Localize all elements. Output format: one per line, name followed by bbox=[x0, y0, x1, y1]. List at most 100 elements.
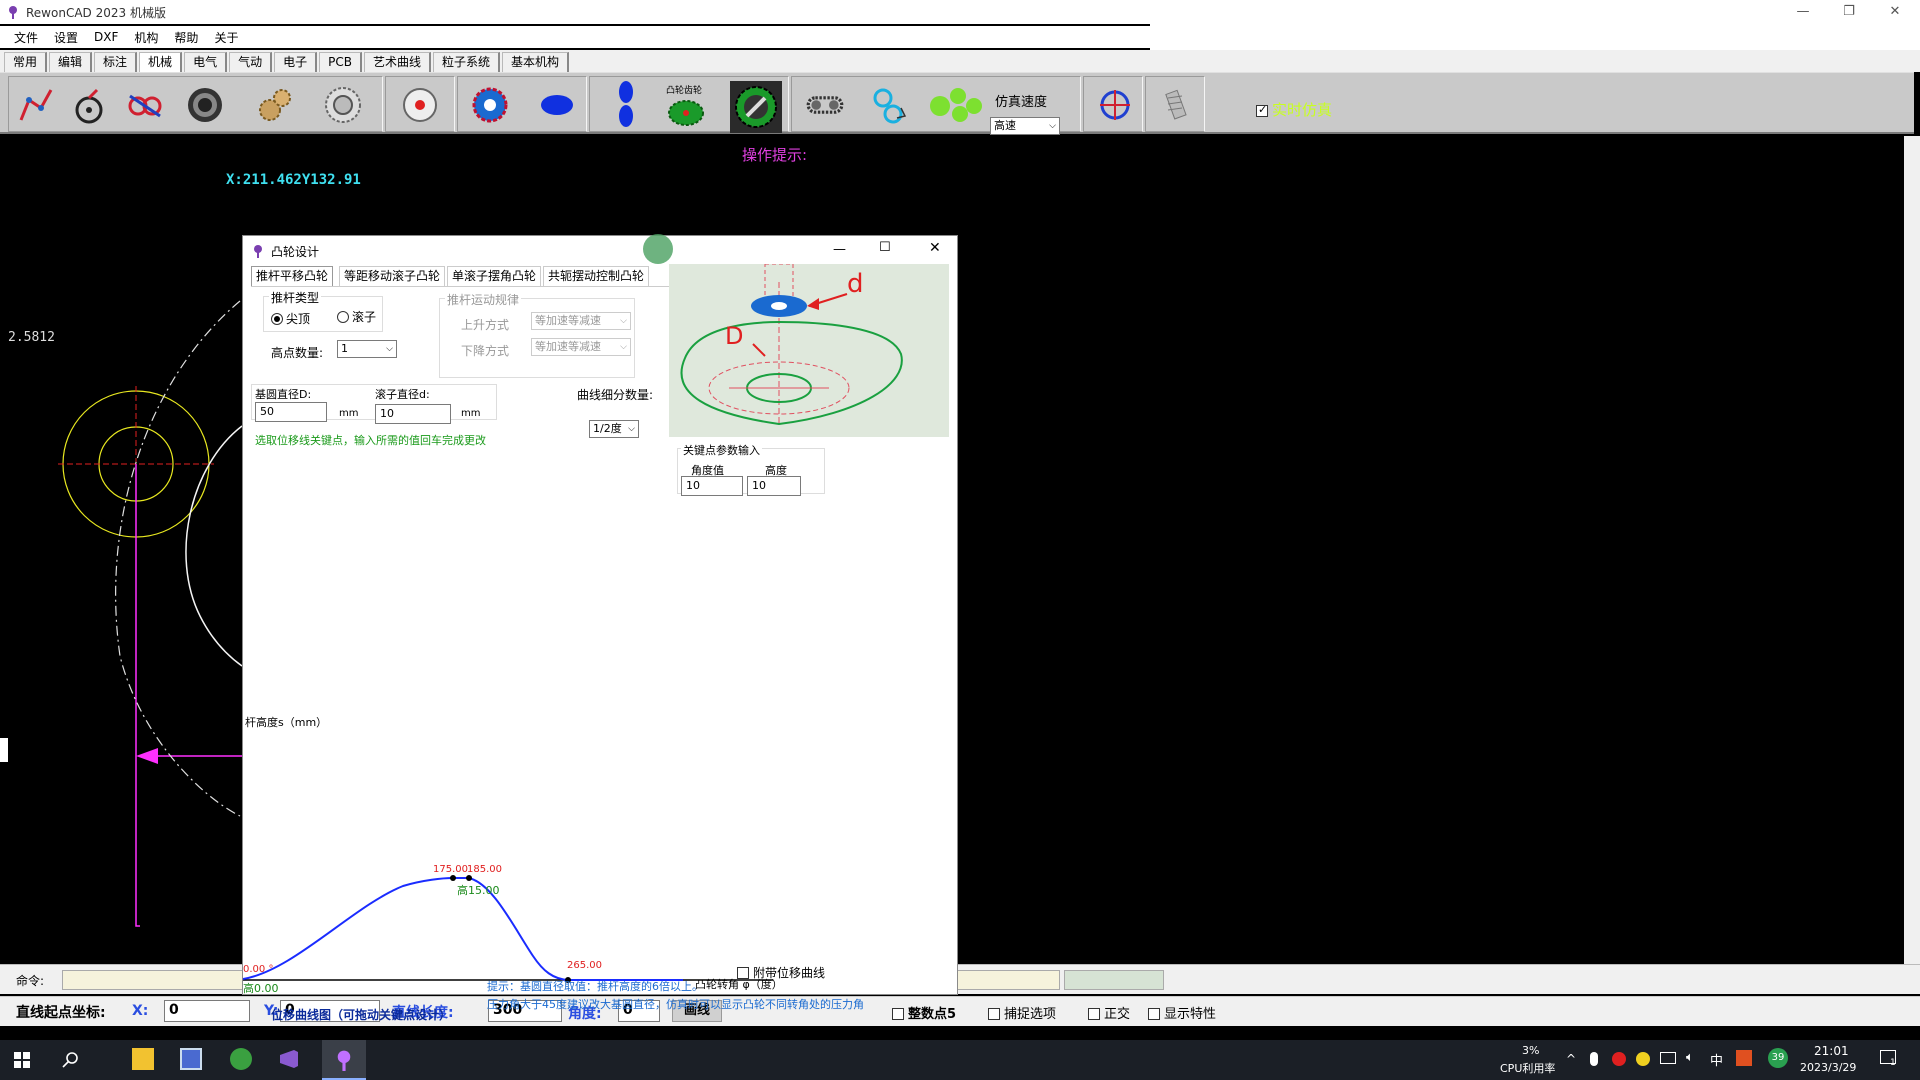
tab-swing-cam[interactable]: 单滚子摆角凸轮 bbox=[447, 266, 542, 286]
radio-tip[interactable] bbox=[271, 313, 283, 325]
gear-pair-icon[interactable] bbox=[255, 85, 295, 125]
vertical-scrollbar[interactable] bbox=[1904, 136, 1920, 964]
key-point-a[interactable] bbox=[450, 875, 456, 881]
dialog-app-icon bbox=[254, 245, 262, 258]
internal-gear-icon[interactable] bbox=[323, 85, 363, 125]
rise-value: 等加速等减速 bbox=[535, 314, 601, 327]
realtime-sim-toggle[interactable]: ✓ 实时仿真 bbox=[1256, 99, 1332, 120]
ortho-option[interactable]: 正交 bbox=[1088, 1003, 1130, 1022]
cam-design-icon[interactable] bbox=[730, 81, 782, 133]
snap5-checkbox[interactable] bbox=[892, 1008, 904, 1020]
ime-indicator[interactable]: 中 bbox=[1710, 1050, 1723, 1069]
dialog-maximize-button[interactable]: ☐ bbox=[879, 240, 891, 255]
radio-tip-option[interactable]: 尖顶 bbox=[271, 310, 310, 327]
capture-checkbox[interactable] bbox=[988, 1008, 1000, 1020]
command-extra bbox=[1064, 970, 1164, 990]
planetary-gear-icon[interactable] bbox=[400, 85, 440, 125]
base-dia-input[interactable]: 50 bbox=[255, 402, 327, 422]
menu-settings[interactable]: 设置 bbox=[54, 29, 78, 46]
realtime-checkbox[interactable]: ✓ bbox=[1256, 103, 1268, 117]
attach-curve-checkbox[interactable] bbox=[737, 967, 749, 979]
microphone-icon[interactable] bbox=[1590, 1052, 1598, 1066]
crank-slider-icon[interactable] bbox=[70, 85, 110, 125]
dialog-title: 凸轮设计 bbox=[271, 244, 320, 259]
pulley-set-icon[interactable] bbox=[928, 85, 984, 125]
x-input[interactable]: 0 bbox=[164, 1000, 250, 1022]
operation-hint: 操作提示: bbox=[742, 146, 808, 164]
linkage-icon[interactable] bbox=[16, 85, 56, 125]
tab-conjugate-cam[interactable]: 共轭摆动控制凸轮 bbox=[543, 266, 650, 286]
peak-count-select[interactable]: 1 ⌵ bbox=[337, 340, 397, 358]
snap5-label: 整数点5 bbox=[908, 1007, 957, 1022]
cam-gear-icon[interactable] bbox=[470, 85, 510, 125]
props-option[interactable]: 显示特性 bbox=[1148, 1003, 1216, 1022]
qq-icon[interactable] bbox=[1612, 1052, 1626, 1066]
tab-mechanical[interactable]: 机械 bbox=[139, 52, 183, 72]
menu-help[interactable]: 帮助 bbox=[174, 29, 198, 46]
app-logo-icon bbox=[9, 6, 17, 19]
restore-button[interactable]: ❐ bbox=[1826, 0, 1872, 24]
menu-mechanism[interactable]: 机构 bbox=[134, 29, 158, 46]
volume-icon[interactable]: 🔈︎ bbox=[1686, 1050, 1694, 1065]
clock-date[interactable]: 2023/3/29 bbox=[1800, 1061, 1856, 1074]
windows-start-icon[interactable] bbox=[14, 1052, 30, 1071]
file-explorer-icon[interactable] bbox=[132, 1048, 154, 1070]
tab-edit[interactable]: 编辑 bbox=[49, 52, 93, 72]
noncircular-gear-icon[interactable] bbox=[606, 81, 646, 127]
menu-file[interactable]: 文件 bbox=[14, 29, 38, 46]
tray-badge[interactable]: 39 bbox=[1768, 1048, 1788, 1068]
capture-option[interactable]: 捕捉选项 bbox=[988, 1003, 1056, 1022]
close-button[interactable]: ✕ bbox=[1872, 0, 1918, 24]
multi-bar-icon[interactable] bbox=[125, 85, 165, 125]
base-dia-label: 基圆直径D: bbox=[255, 388, 312, 401]
tab-pcb[interactable]: PCB bbox=[319, 52, 362, 72]
search-icon[interactable] bbox=[62, 1051, 80, 1072]
radio-roller-option[interactable]: 滚子 bbox=[337, 308, 376, 325]
menu-about[interactable]: 关于 bbox=[214, 29, 238, 46]
chevron-down-icon: ⌵ bbox=[620, 342, 627, 352]
clock-time[interactable]: 21:01 bbox=[1814, 1044, 1849, 1058]
subdiv-select[interactable]: 1/2度 ⌵ bbox=[589, 420, 639, 438]
sim-speed-select[interactable]: 高速 ⌵ bbox=[990, 117, 1060, 135]
radio-roller[interactable] bbox=[337, 311, 349, 323]
tab-basic-mechanism[interactable]: 基本机构 bbox=[502, 52, 570, 72]
tab-dimension[interactable]: 标注 bbox=[94, 52, 138, 72]
browser-icon[interactable] bbox=[230, 1048, 252, 1070]
tray-app-icon[interactable] bbox=[1636, 1052, 1650, 1066]
rewoncad-taskbar-item[interactable] bbox=[322, 1040, 366, 1080]
ortho-checkbox[interactable] bbox=[1088, 1008, 1100, 1020]
tray-chevron-icon[interactable]: ^ bbox=[1566, 1052, 1576, 1066]
visio-icon[interactable] bbox=[180, 1048, 202, 1070]
dialog-minimize-button[interactable]: — bbox=[833, 242, 846, 257]
chain-drive-icon[interactable] bbox=[805, 85, 845, 125]
roller-dia-input[interactable]: 10 bbox=[375, 404, 451, 424]
tab-common[interactable]: 常用 bbox=[4, 52, 48, 72]
attach-curve-option[interactable]: 附带位移曲线 bbox=[737, 964, 825, 981]
tab-translating-cam[interactable]: 推杆平移凸轮 bbox=[251, 266, 334, 286]
minimize-button[interactable]: — bbox=[1780, 0, 1826, 24]
key-point-b[interactable] bbox=[466, 875, 472, 881]
canvas-left-handle[interactable] bbox=[0, 738, 8, 762]
cam-profile bbox=[185, 425, 243, 667]
menu-dxf[interactable]: DXF bbox=[94, 30, 118, 44]
tab-electrical[interactable]: 电气 bbox=[184, 52, 228, 72]
bearing-icon[interactable] bbox=[185, 85, 225, 125]
tray-tool-icon[interactable] bbox=[1736, 1050, 1752, 1066]
target-icon[interactable] bbox=[1095, 85, 1135, 125]
tab-particle[interactable]: 粒子系统 bbox=[432, 52, 500, 72]
key-height-input[interactable]: 10 bbox=[747, 476, 801, 496]
special-gear-icon[interactable] bbox=[666, 93, 706, 133]
props-checkbox[interactable] bbox=[1148, 1008, 1160, 1020]
snap5-option[interactable]: 整数点5 bbox=[892, 1003, 956, 1022]
key-angle-input[interactable]: 10 bbox=[681, 476, 743, 496]
ellipse-gear-icon[interactable] bbox=[537, 85, 577, 125]
network-icon[interactable] bbox=[1660, 1052, 1676, 1064]
belt-drive-icon[interactable] bbox=[870, 85, 910, 125]
dialog-close-button[interactable]: ✕ bbox=[929, 240, 941, 256]
screw-icon[interactable] bbox=[1155, 85, 1195, 125]
tab-pneumatic[interactable]: 气动 bbox=[229, 52, 273, 72]
tab-roller-cam[interactable]: 等距移动滚子凸轮 bbox=[339, 266, 446, 286]
tab-art-curve[interactable]: 艺术曲线 bbox=[363, 52, 431, 72]
visual-studio-icon[interactable] bbox=[278, 1048, 300, 1073]
tab-electronic[interactable]: 电子 bbox=[274, 52, 318, 72]
